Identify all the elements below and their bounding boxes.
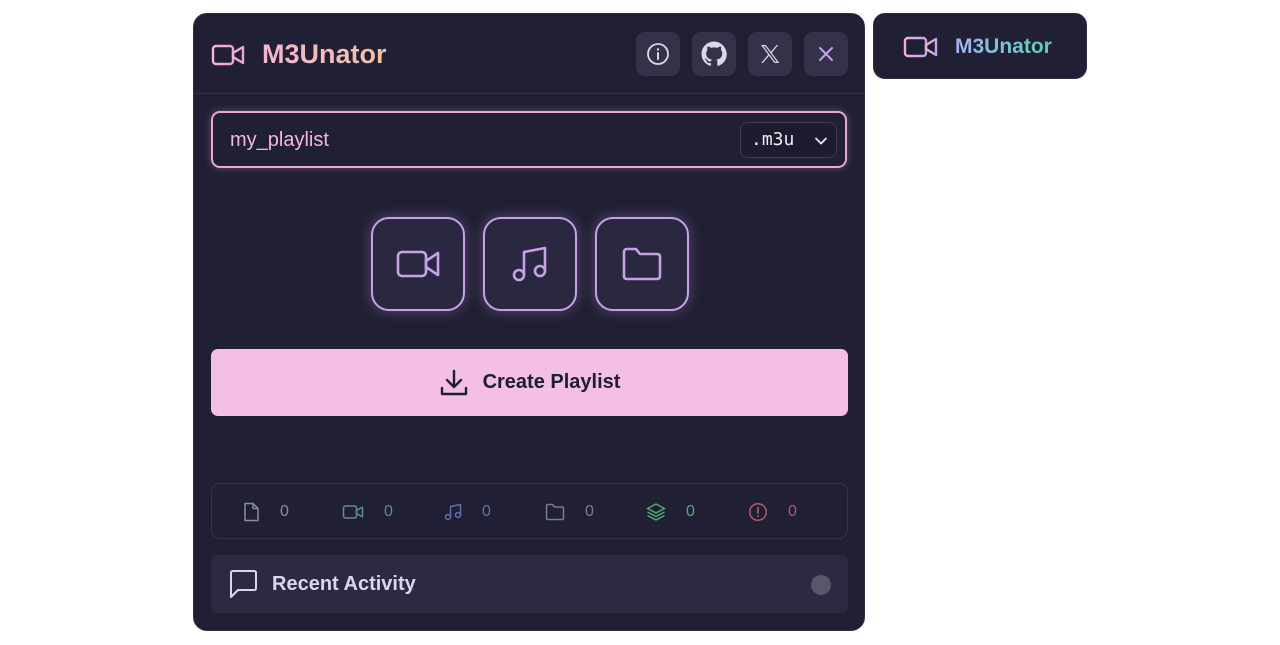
recent-activity-label: Recent Activity [272, 573, 416, 595]
stat-files-value: 0 [280, 503, 289, 520]
music-note-icon [512, 246, 547, 282]
mini-widget-title: M3Unator [955, 35, 1052, 58]
extension-value: .m3u [751, 129, 795, 150]
create-playlist-button[interactable]: Create Playlist [211, 349, 848, 416]
alert-icon [748, 502, 768, 522]
stat-layers: 0 [646, 502, 695, 522]
stat-audio: 0 [444, 502, 491, 522]
close-button[interactable] [804, 32, 848, 76]
video-icon [342, 505, 364, 519]
playlist-name-input[interactable] [230, 125, 710, 155]
chevron-down-icon [815, 137, 827, 145]
stat-folders-value: 0 [585, 503, 594, 520]
video-camera-icon [211, 44, 245, 66]
stat-folders: 0 [545, 502, 594, 522]
stat-errors-value: 0 [788, 503, 797, 520]
folder-icon [545, 503, 565, 521]
main-panel: M3Unator .m3u [193, 13, 865, 631]
folder-type-button[interactable] [595, 217, 689, 311]
extension-select[interactable]: .m3u [740, 122, 837, 158]
create-playlist-label: Create Playlist [482, 371, 621, 393]
music-icon [444, 503, 462, 521]
app-title: M3Unator [262, 36, 387, 72]
github-button[interactable] [692, 32, 736, 76]
stat-videos: 0 [342, 502, 393, 522]
close-icon [819, 47, 833, 61]
github-icon [701, 41, 727, 66]
video-camera-icon [396, 250, 440, 278]
folder-icon [622, 247, 662, 281]
x-logo-icon [761, 45, 780, 63]
layers-icon [646, 503, 666, 521]
download-icon [440, 369, 467, 395]
mini-widget[interactable]: M3Unator [873, 13, 1087, 79]
panel-header: M3Unator [194, 14, 864, 94]
info-icon [647, 43, 669, 65]
audio-type-button[interactable] [483, 217, 577, 311]
playlist-name-field: .m3u [211, 111, 847, 168]
stat-audio-value: 0 [482, 503, 491, 520]
stats-bar: 0 0 0 0 0 0 [211, 483, 848, 539]
stat-layers-value: 0 [686, 503, 695, 520]
stat-files: 0 [242, 502, 289, 522]
recent-activity-bar[interactable]: Recent Activity [211, 555, 848, 613]
file-icon [244, 502, 259, 522]
chat-icon [230, 570, 257, 598]
stat-errors: 0 [748, 502, 797, 522]
video-camera-icon [903, 36, 938, 58]
info-button[interactable] [636, 32, 680, 76]
video-type-button[interactable] [371, 217, 465, 311]
status-dot [811, 575, 831, 595]
stat-videos-value: 0 [384, 503, 393, 520]
x-twitter-button[interactable] [748, 32, 792, 76]
